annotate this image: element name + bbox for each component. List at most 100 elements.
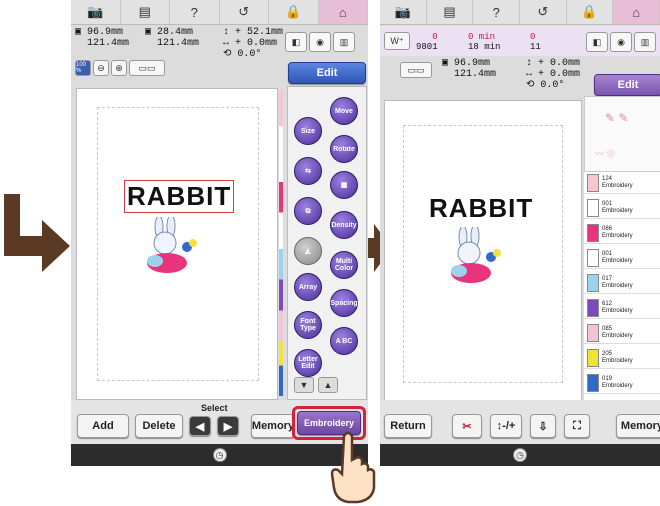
edit-screen: 📷 ▤ ? ↺ 🔒 ⌂ ▣ 96.9mm 121.4mm ▣ 28.4mm 12… [71,0,368,466]
offset-info: ↕ + 52.1mm ↔ + 0.0mm ⟲ 0.0° [223,27,284,60]
status-strip: ◷ [71,444,368,466]
thread-row[interactable]: 086Embroidery1 [584,222,660,244]
duplicate-button[interactable]: ⧉ [294,197,322,225]
camera-view-icon[interactable]: ◉ [309,32,331,52]
thread-row[interactable]: 124Embroidery1 min [584,172,660,194]
thread-number: 001 [602,200,613,207]
spacing-button[interactable]: Spacing [330,289,358,317]
threading-icon[interactable]: ↺ [520,0,567,24]
return-button[interactable]: Return [384,414,432,438]
thread-color-strip [279,90,283,396]
camera-icon[interactable]: 📷 [71,0,121,24]
thread-row[interactable]: 001Embroidery5 [584,197,660,219]
settings-page-icon[interactable]: ▤ [427,0,474,24]
array-button[interactable]: Array [294,273,322,301]
edit-tab[interactable]: Edit [288,62,366,84]
home-icon[interactable]: ⌂ [318,0,368,24]
abc-button[interactable]: A BC [330,327,358,355]
offset-vertical: 52.1mm [247,27,284,38]
color-counter: 0 11 [530,32,541,52]
rotate-button[interactable]: Rotate [330,135,358,163]
density-button[interactable]: Density [330,211,358,239]
thread-info: 205 Embroidery [602,351,633,365]
bottom-bar: Return ✂ ↕-/+ ⇩ ⛶ Memory [380,400,660,444]
design-height: 121.4mm [454,69,497,80]
mirror-button[interactable]: ◭ [294,237,322,265]
thread-number: 085 [602,325,613,332]
rabbit-design[interactable] [137,214,217,280]
thread-swatch [587,298,599,317]
frame-view-icon[interactable]: ▭▭ [400,62,432,78]
presser-foot-icon[interactable]: W⁺ [384,32,410,50]
top-toolbar: 📷 ▤ ? ↺ 🔒 ⌂ [71,0,368,25]
scroll-up-icon[interactable]: ▲ [318,377,338,393]
help-icon[interactable]: ? [473,0,521,24]
threading-icon[interactable]: ↺ [220,0,269,24]
lock-icon[interactable]: 🔒 [269,0,319,24]
thread-row[interactable]: 017Embroidery1 [584,272,660,294]
frame-view-icon[interactable]: ▭▭ [129,60,165,76]
camera-view-icon[interactable]: ◉ [610,32,632,52]
thread-info: 612 Embroidery [602,301,633,315]
thread-row[interactable]: 205Embroidery1 [584,347,660,369]
thread-number: 017 [602,275,613,282]
scan-icon[interactable]: ◧ [586,32,608,52]
scroll-down-icon[interactable]: ▼ [294,377,314,393]
time-counter: 0 min 18 min [468,32,500,52]
multi-color-button[interactable]: Multi Color [330,251,358,279]
font-type-button[interactable]: Font Type [294,311,322,339]
thread-label: Embroidery [602,332,633,339]
grid-button[interactable]: ▦ [330,171,358,199]
thread-label: Embroidery [602,357,633,364]
trial-frame-icon[interactable]: ⛶ [564,414,590,438]
flip-button[interactable]: ⇆ [294,157,322,185]
memory-button[interactable]: Memory [616,414,660,438]
preview-swirl-icon: 〰 ❀ [595,149,616,159]
size-button[interactable]: Size [294,117,322,145]
thread-info: 086 Embroidery [602,226,633,240]
color-total: 11 [530,42,541,52]
stitch-forward-back-icon[interactable]: ↕-/+ [490,414,522,438]
add-button[interactable]: Add [77,414,129,438]
lock-icon[interactable]: 🔒 [567,0,614,24]
offset-horizontal: 0.0mm [247,38,278,49]
select-next-button[interactable]: ▶ [217,416,239,436]
size-info: ▣ 96.9mm 121.4mm [442,58,497,80]
thread-info: 001 Embroidery [602,251,633,265]
select-prev-button[interactable]: ◀ [189,416,211,436]
edit-tab[interactable]: Edit [594,74,660,96]
thread-label: Embroidery [602,382,633,389]
thread-number: 001 [602,250,613,257]
selection-width: 28.4mm [157,27,194,38]
thread-cut-icon[interactable]: ✂ [452,414,482,438]
zoom-in-icon[interactable]: ⊕ [111,60,127,76]
zoom-level-button[interactable]: 100 % [75,60,91,76]
scan-icon[interactable]: ◧ [285,32,307,52]
embroidery-canvas[interactable]: RABBIT [76,88,278,400]
delete-button[interactable]: Delete [135,414,183,438]
rotation-value: 0.0° [237,49,262,60]
memory-button[interactable]: Memory [251,414,295,438]
home-icon[interactable]: ⌂ [613,0,660,24]
thread-swatch [587,173,599,192]
starting-point-icon[interactable]: ⇩ [530,414,556,438]
zoom-out-icon[interactable]: ⊖ [93,60,109,76]
letter-edit-button[interactable]: Letter Edit [294,349,322,377]
camera-icon[interactable]: 📷 [380,0,427,24]
thread-row[interactable]: 001Embroidery1 [584,247,660,269]
embroidery-canvas[interactable]: RABBIT [384,100,582,402]
design-text[interactable]: RABBIT [123,180,235,213]
thread-row[interactable]: 019Embroidery2 [584,372,660,394]
thread-view-icon[interactable]: ▥ [333,32,355,52]
edit-tools-panel: Move Size Rotate ⇆ ▦ ⧉ Density ◭ Multi C… [287,86,367,400]
embroidery-screen: 📷 ▤ ? ↺ 🔒 ⌂ W⁺ 0 9801 0 min 18 min 0 11 … [380,0,660,466]
thread-row[interactable]: 612Embroidery1 [584,297,660,319]
design-width: 96.9mm [87,27,124,38]
help-icon[interactable]: ? [170,0,220,24]
settings-page-icon[interactable]: ▤ [121,0,170,24]
clock-icon: ◷ [212,448,227,462]
thread-row[interactable]: 085Embroidery1 [584,322,660,344]
thread-view-icon[interactable]: ▥ [634,32,656,52]
size-info: ▣ 96.9mm 121.4mm [75,27,130,49]
move-button[interactable]: Move [330,97,358,125]
